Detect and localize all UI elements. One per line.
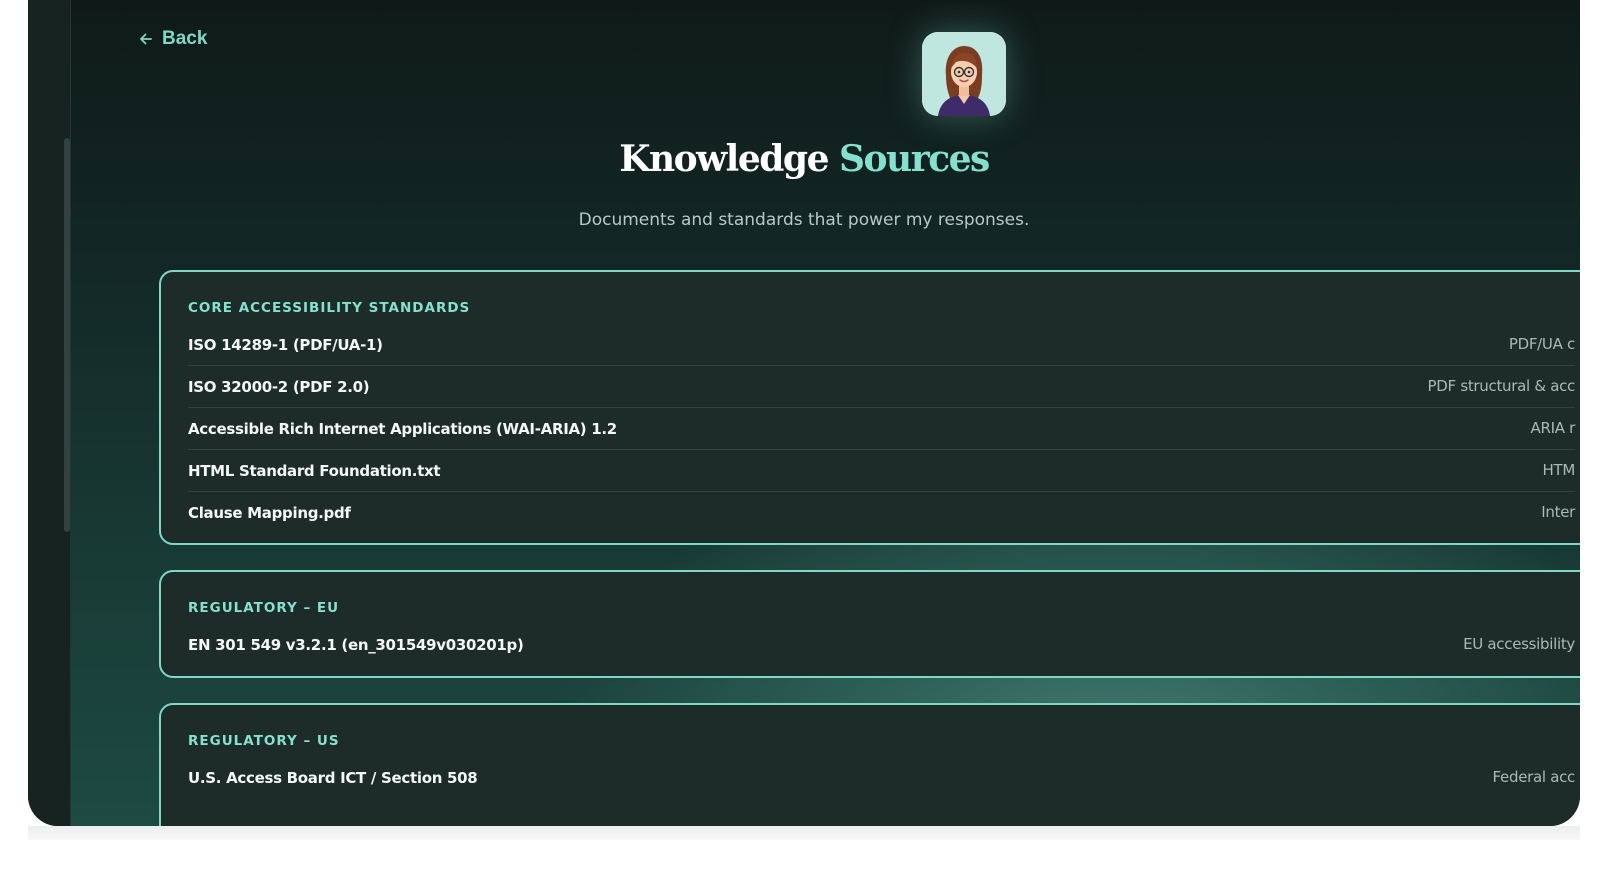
page-title-main: Knowledge (619, 138, 829, 180)
section-card-regulatory-eu: REGULATORY – EU EN 301 549 v3.2.1 (en_30… (159, 570, 1580, 678)
item-title: HTML Standard Foundation.txt (188, 461, 441, 480)
list-item[interactable]: Clause Mapping.pdf Inter (188, 492, 1575, 533)
item-description: Federal acc (1492, 768, 1576, 786)
arrow-left-icon (138, 31, 154, 47)
page-title: Knowledge Sources (28, 138, 1580, 180)
page-subtitle: Documents and standards that power my re… (578, 210, 1030, 230)
section-heading: REGULATORY – US (188, 733, 340, 749)
list-item[interactable]: ISO 14289-1 (PDF/UA-1) PDF/UA c (188, 324, 1575, 366)
item-description: HTM (1542, 461, 1576, 479)
item-title: Accessible Rich Internet Applications (W… (188, 419, 617, 438)
back-button[interactable]: Back (138, 28, 207, 50)
section-card-core-standards: CORE ACCESSIBILITY STANDARDS ISO 14289-1… (159, 270, 1580, 545)
item-description: PDF structural & acc (1427, 377, 1576, 395)
window-shadow (28, 826, 1580, 840)
item-description: Inter (1541, 503, 1575, 521)
scrollbar[interactable] (64, 138, 70, 532)
section-heading: CORE ACCESSIBILITY STANDARDS (188, 300, 471, 316)
list-item[interactable]: ISO 32000-2 (PDF 2.0) PDF structural & a… (188, 366, 1575, 408)
page-title-accent: Sources (839, 138, 990, 180)
section-heading: REGULATORY – EU (188, 600, 340, 616)
item-title: ISO 32000-2 (PDF 2.0) (188, 377, 370, 396)
back-label: Back (162, 28, 208, 49)
item-title: ISO 14289-1 (PDF/UA-1) (188, 335, 383, 354)
item-description: PDF/UA c (1508, 335, 1575, 353)
item-title: EN 301 549 v3.2.1 (en_301549v030201p) (188, 635, 524, 654)
list-item[interactable]: HTML Standard Foundation.txt HTM (188, 450, 1575, 492)
list-item[interactable]: Accessible Rich Internet Applications (W… (188, 408, 1575, 450)
list-item[interactable]: U.S. Access Board ICT / Section 508 Fede… (188, 757, 1575, 798)
section-card-regulatory-us: REGULATORY – US U.S. Access Board ICT / … (159, 703, 1580, 826)
item-title: U.S. Access Board ICT / Section 508 (188, 768, 478, 787)
item-description: ARIA r (1530, 419, 1575, 437)
app-window: Back Knowledge Sources Documents and sta… (28, 0, 1580, 826)
item-title: Clause Mapping.pdf (188, 503, 351, 522)
assistant-avatar (922, 32, 1006, 116)
list-item[interactable]: EN 301 549 v3.2.1 (en_301549v030201p) EU… (188, 624, 1575, 665)
item-description: EU accessibility (1463, 635, 1575, 653)
